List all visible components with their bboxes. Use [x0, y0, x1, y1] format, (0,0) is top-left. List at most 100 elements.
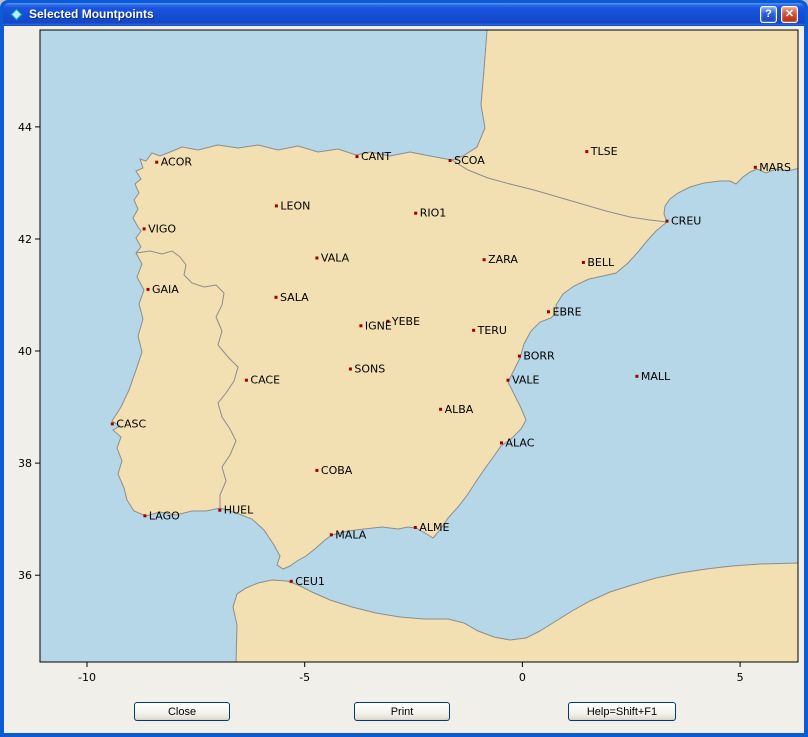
- station-marker: [290, 580, 293, 583]
- station-label: GAIA: [152, 283, 179, 296]
- station-zara: ZARA: [483, 253, 519, 266]
- station-label: ALBA: [445, 403, 474, 416]
- station-marker: [356, 155, 359, 158]
- station-label: COBA: [321, 464, 353, 477]
- station-label: LEON: [280, 199, 310, 212]
- station-label: ALAC: [506, 436, 535, 449]
- station-label: MARS: [759, 161, 791, 174]
- y-axis-tick-label: 36: [18, 569, 32, 582]
- station-bell: BELL: [582, 256, 615, 269]
- station-marker: [582, 261, 585, 264]
- station-marker: [359, 324, 362, 327]
- window-title: Selected Mountpoints: [29, 3, 154, 26]
- station-huel: HUEL: [218, 504, 254, 517]
- station-mars: MARS: [754, 161, 791, 174]
- station-label: CACE: [250, 374, 280, 387]
- station-label: VIGO: [148, 222, 176, 235]
- station-label: VALE: [512, 374, 539, 387]
- station-label: SONS: [354, 363, 385, 376]
- station-sala: SALA: [275, 291, 310, 304]
- station-label: YEBE: [391, 315, 420, 328]
- station-label: HUEL: [224, 504, 254, 517]
- station-lago: LAGO: [143, 509, 180, 522]
- titlebar[interactable]: Selected Mountpoints ? ✕: [3, 3, 805, 26]
- titlebar-close-button[interactable]: ✕: [781, 6, 798, 23]
- y-axis-tick-label: 40: [18, 345, 32, 358]
- station-alba: ALBA: [439, 403, 474, 416]
- station-marker: [245, 379, 248, 382]
- station-marker: [439, 408, 442, 411]
- station-cant: CANT: [356, 150, 392, 163]
- station-label: SALA: [280, 291, 309, 304]
- y-axis-tick-label: 44: [18, 121, 32, 134]
- station-label: CASC: [116, 417, 146, 430]
- station-label: ACOR: [161, 156, 193, 169]
- help-button[interactable]: Help=Shift+F1: [568, 702, 676, 721]
- station-marker: [143, 514, 146, 517]
- station-label: TLSE: [590, 145, 618, 158]
- x-axis-tick-label: -5: [299, 671, 310, 684]
- station-alme: ALME: [414, 521, 450, 534]
- station-vale: VALE: [507, 374, 540, 387]
- station-marker: [547, 310, 550, 313]
- station-label: VALA: [321, 252, 350, 265]
- station-marker: [315, 257, 318, 260]
- station-label: EBRE: [553, 305, 582, 318]
- station-mala: MALA: [330, 528, 367, 541]
- station-leon: LEON: [275, 199, 310, 212]
- x-axis-tick-label: 0: [519, 671, 526, 684]
- station-marker: [218, 509, 221, 512]
- station-borr: BORR: [518, 350, 555, 363]
- station-marker: [330, 533, 333, 536]
- station-label: CREU: [671, 215, 701, 228]
- station-tlse: TLSE: [585, 145, 617, 158]
- station-ebre: EBRE: [547, 305, 582, 318]
- station-marker: [315, 469, 318, 472]
- station-coba: COBA: [315, 464, 352, 477]
- station-acor: ACOR: [155, 156, 192, 169]
- station-label: CANT: [361, 150, 391, 163]
- station-label: RIO1: [420, 207, 447, 220]
- station-label: BORR: [523, 350, 555, 363]
- station-marker: [518, 355, 521, 358]
- station-vigo: VIGO: [143, 222, 177, 235]
- print-button[interactable]: Print: [354, 702, 450, 721]
- station-marker: [483, 258, 486, 261]
- station-marker: [275, 204, 278, 207]
- station-mall: MALL: [635, 370, 671, 383]
- x-axis-tick-label: -10: [78, 671, 96, 684]
- y-axis-tick-label: 38: [18, 457, 32, 470]
- station-marker: [507, 379, 510, 382]
- app-icon: [10, 8, 23, 21]
- station-label: MALA: [335, 528, 366, 541]
- station-marker: [585, 150, 588, 153]
- station-creu: CREU: [666, 215, 702, 228]
- station-label: ALME: [419, 521, 449, 534]
- station-alac: ALAC: [500, 436, 535, 449]
- station-marker: [155, 161, 158, 164]
- station-teru: TERU: [472, 324, 507, 337]
- station-label: SCOA: [454, 154, 485, 167]
- station-marker: [349, 368, 352, 371]
- station-label: IGNE: [365, 319, 392, 332]
- station-marker: [635, 375, 638, 378]
- station-label: CEU1: [295, 575, 325, 588]
- station-cace: CACE: [245, 374, 280, 387]
- station-label: LAGO: [149, 509, 180, 522]
- station-marker: [414, 212, 417, 215]
- dialog-window: Selected Mountpoints ? ✕ ACOR CANT SCOA TLS…: [0, 0, 808, 737]
- station-marker: [143, 227, 146, 230]
- station-label: TERU: [477, 324, 507, 337]
- station-sons: SONS: [349, 363, 385, 376]
- station-label: BELL: [587, 256, 615, 269]
- station-label: MALL: [641, 370, 671, 383]
- station-marker: [666, 220, 669, 223]
- close-button[interactable]: Close: [134, 702, 230, 721]
- station-marker: [754, 166, 757, 169]
- station-scoa: SCOA: [449, 154, 486, 167]
- mountpoints-map: ACOR CANT SCOA TLSE MARS LEON RIO1 VIGO CREU VALA…: [4, 26, 804, 733]
- station-vala: VALA: [315, 252, 349, 265]
- station-marker: [449, 159, 452, 162]
- station-casc: CASC: [111, 417, 147, 430]
- titlebar-help-button[interactable]: ?: [760, 6, 777, 23]
